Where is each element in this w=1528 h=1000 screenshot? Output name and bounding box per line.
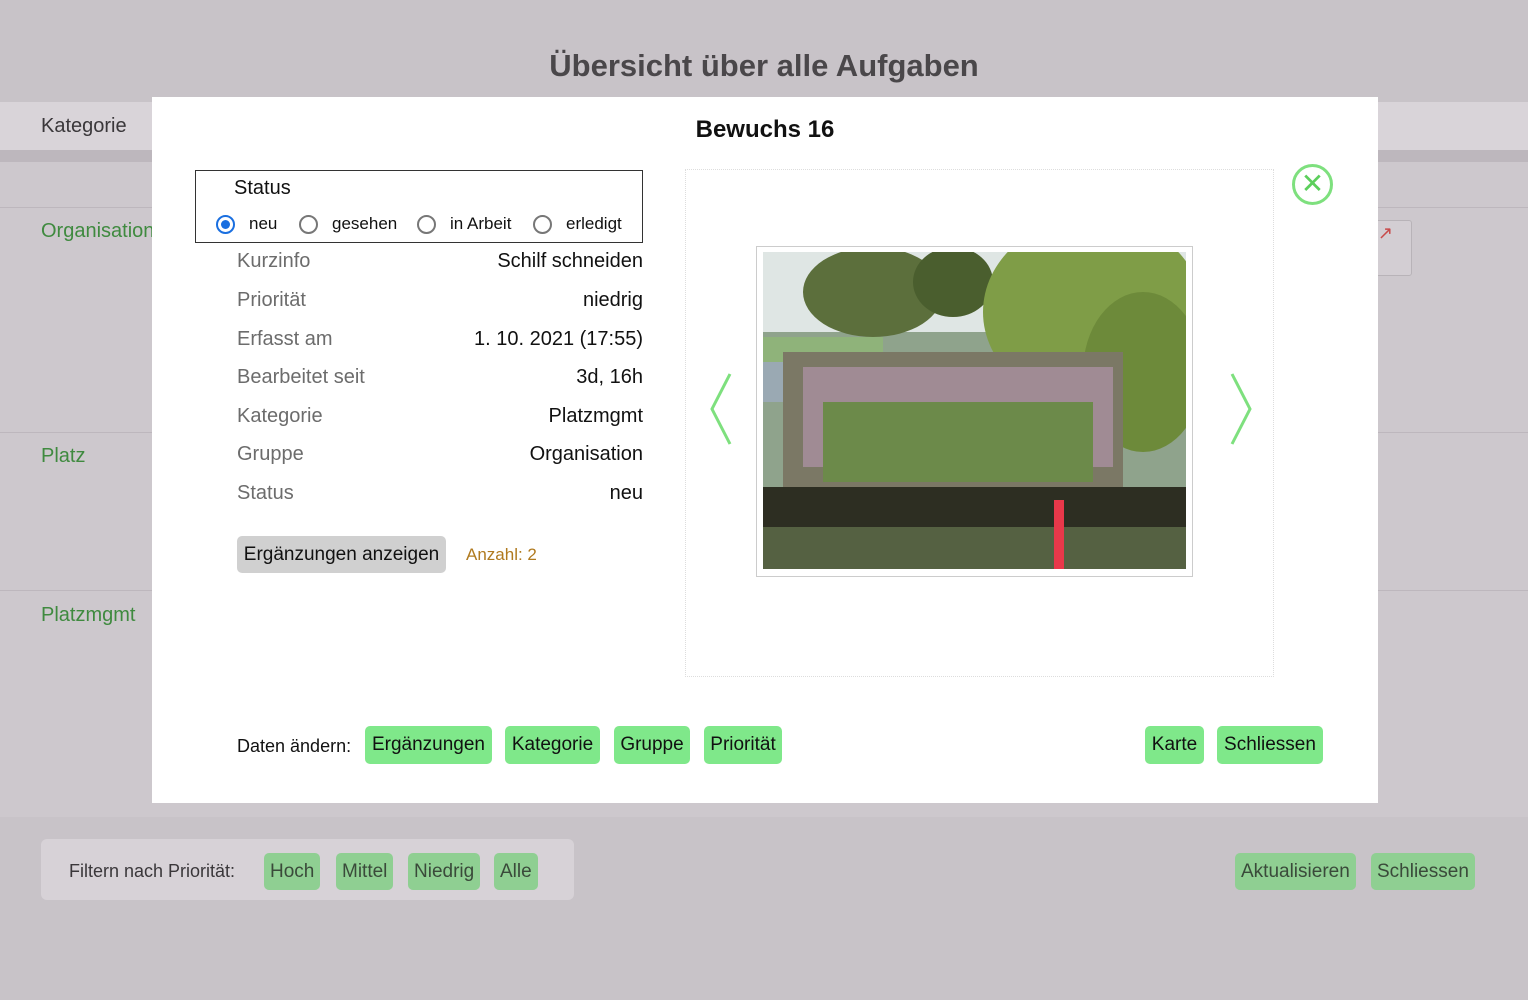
- radio-button-checked[interactable]: [216, 214, 235, 234]
- photo-viewer: [685, 169, 1274, 677]
- status-radio-neu[interactable]: neu: [216, 214, 277, 234]
- edit-data-label: Daten ändern:: [237, 736, 352, 756]
- reed-photo-illustration: [763, 252, 1186, 569]
- arrow-up-right-icon: ↗: [1377, 223, 1393, 243]
- radio-button[interactable]: [533, 214, 552, 234]
- supplements-count: Anzahl: 2: [466, 545, 537, 564]
- filter-label: Filtern nach Priorität:: [69, 861, 236, 881]
- detail-value: 1. 10. 2021 (17:55): [473, 328, 643, 350]
- show-supplements-button[interactable]: Ergänzungen anzeigen: [237, 536, 446, 573]
- group-organisation[interactable]: Organisation: [41, 220, 154, 243]
- detail-value: 3d, 16h: [576, 366, 643, 388]
- detail-row-status: Status neu: [237, 482, 643, 512]
- radio-label: erledigt: [566, 214, 622, 233]
- filter-mittel-button[interactable]: Mittel: [336, 853, 394, 890]
- page-close-button[interactable]: Schliessen: [1371, 853, 1475, 890]
- detail-value: niedrig: [582, 289, 643, 311]
- dialog-title: Bewuchs 16: [695, 116, 835, 143]
- edit-supplements-button[interactable]: Ergänzungen: [365, 726, 492, 764]
- status-fieldset: Status neu gesehen in Arbeit erledigt: [195, 170, 643, 243]
- close-circle-icon[interactable]: ✕: [1292, 164, 1333, 205]
- detail-label: Bearbeitet seit: [237, 366, 365, 388]
- filter-alle-button[interactable]: Alle: [494, 853, 538, 890]
- detail-label: Kategorie: [237, 405, 323, 427]
- detail-row-prioritaet: Priorität niedrig: [237, 289, 643, 319]
- radio-button[interactable]: [299, 214, 318, 234]
- detail-label: Priorität: [237, 289, 306, 311]
- detail-value: Platzmgmt: [548, 405, 643, 427]
- detail-row-gruppe: Gruppe Organisation: [237, 443, 643, 473]
- refresh-button[interactable]: Aktualisieren: [1235, 853, 1356, 890]
- filter-hoch-button[interactable]: Hoch: [264, 853, 321, 890]
- chevron-right-icon-svg: [1230, 373, 1252, 445]
- photo-frame: [756, 246, 1193, 577]
- chevron-left-icon[interactable]: [708, 370, 734, 461]
- detail-label: Gruppe: [237, 443, 304, 465]
- chevron-left-icon-svg: [710, 373, 732, 445]
- detail-row-kurzinfo: Kurzinfo Schilf schneiden: [237, 250, 643, 280]
- task-detail-dialog: Bewuchs 16 Status neu gesehen in Arbeit …: [152, 97, 1378, 803]
- detail-value: neu: [609, 482, 643, 504]
- status-radio-gesehen[interactable]: gesehen: [299, 214, 397, 234]
- edit-priority-button[interactable]: Priorität: [704, 726, 782, 764]
- map-button[interactable]: Karte: [1145, 726, 1204, 764]
- radio-button[interactable]: [417, 214, 436, 234]
- detail-row-erfasst: Erfasst am 1. 10. 2021 (17:55): [237, 328, 643, 358]
- detail-label: Kurzinfo: [237, 250, 311, 272]
- detail-row-kategorie: Kategorie Platzmgmt: [237, 405, 643, 435]
- header-kategorie: Kategorie: [41, 115, 127, 137]
- dialog-close-button[interactable]: Schliessen: [1217, 726, 1323, 764]
- chevron-right-icon[interactable]: [1228, 370, 1254, 461]
- page-title: Übersicht über alle Aufgaben: [549, 48, 979, 83]
- detail-value: Organisation: [529, 443, 643, 465]
- edit-category-button[interactable]: Kategorie: [505, 726, 600, 764]
- filter-niedrig-button[interactable]: Niedrig: [408, 853, 481, 890]
- task-photo[interactable]: [763, 252, 1186, 569]
- detail-value: Schilf schneiden: [497, 250, 643, 272]
- radio-label: neu: [249, 214, 278, 233]
- status-legend: Status: [234, 177, 291, 199]
- status-radio-in-arbeit[interactable]: in Arbeit: [417, 214, 511, 234]
- radio-label: in Arbeit: [450, 214, 512, 233]
- detail-row-bearbeitet: Bearbeitet seit 3d, 16h: [237, 366, 643, 396]
- detail-label: Erfasst am: [237, 328, 333, 350]
- group-platz[interactable]: Platz: [41, 445, 85, 468]
- status-radio-erledigt[interactable]: erledigt: [533, 214, 622, 234]
- edit-group-button[interactable]: Gruppe: [614, 726, 690, 764]
- detail-label: Status: [237, 482, 294, 504]
- radio-label: gesehen: [332, 214, 398, 233]
- group-platzmgmt[interactable]: Platzmgmt: [41, 604, 135, 627]
